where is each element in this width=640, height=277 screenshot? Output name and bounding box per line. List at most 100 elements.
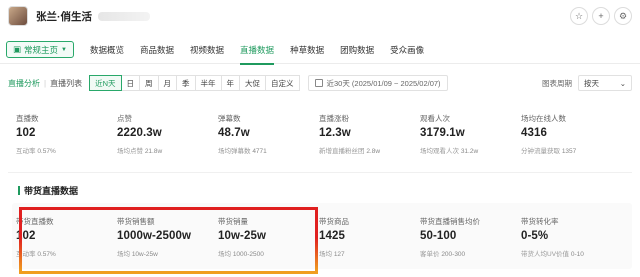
tab-live[interactable]: 直播数据 xyxy=(240,36,275,65)
stat-sub: 场均弹幕数 4771 xyxy=(218,145,319,155)
date-range-picker[interactable]: 近30天 (2025/01/09 ~ 2025/02/07) xyxy=(307,75,448,91)
chart-period-label: 图表周期 xyxy=(542,78,572,88)
stat-sub: 互动率 0.57% xyxy=(16,145,117,155)
range-promo[interactable]: 大促 xyxy=(239,75,266,91)
home-dropdown[interactable]: ▣ 常规主页 ▼ xyxy=(6,41,74,58)
home-label: 常规主页 xyxy=(24,44,59,55)
section-divider xyxy=(8,172,632,173)
stat-danmaku: 弹幕数 48.7w 场均弹幕数 4771 xyxy=(218,113,319,155)
stat-sub-value: 2.8w xyxy=(366,148,381,155)
stat-label: 场均在线人数 xyxy=(521,114,566,123)
chart-period-select[interactable]: 按天 ⌄ xyxy=(578,75,632,91)
page: 张兰·俏生活 ☆ + ⚙ ▣ 常规主页 ▼ 数据概览 商品数据 视频数据 直播数… xyxy=(0,0,640,277)
section-accent-bar xyxy=(18,186,20,195)
stat-sub: 场均观看人次 31.2w xyxy=(420,145,521,155)
account-name: 张兰·俏生活 xyxy=(36,10,92,23)
range-month[interactable]: 月 xyxy=(157,75,177,91)
range-year[interactable]: 年 xyxy=(220,75,240,91)
range-custom[interactable]: 自定义 xyxy=(265,75,300,91)
stat-sub-value: 21.8w xyxy=(144,148,163,155)
stat-sales-conversion: 带货转化率 0-5% 带货人均UV价值 0-10 xyxy=(521,216,622,258)
stat-label: 弹幕数 xyxy=(218,114,241,123)
stat-label: 带货商品 xyxy=(319,217,349,226)
stat-label: 带货转化率 xyxy=(521,217,559,226)
stat-value: 4316 xyxy=(521,127,547,139)
tab-products[interactable]: 商品数据 xyxy=(140,36,174,64)
blurred-info xyxy=(98,11,150,21)
stat-sub-label: 场均弹幕数 xyxy=(218,148,251,155)
stat-sub-label: 客单价 xyxy=(420,251,440,258)
main-nav: ▣ 常规主页 ▼ 数据概览 商品数据 视频数据 直播数据 种草数据 团购数据 受… xyxy=(0,36,640,65)
tab-overview[interactable]: 数据概览 xyxy=(90,36,124,64)
stat-sub-label: 场均 xyxy=(319,251,332,258)
range-quarter[interactable]: 季 xyxy=(176,75,196,91)
range-recent-n-days[interactable]: 近N天 xyxy=(89,75,122,91)
stat-sub: 带货人均UV价值 0-10 xyxy=(521,248,622,258)
section-title: 带货直播数据 xyxy=(18,184,78,197)
subtab-live-analysis[interactable]: 直播分析 xyxy=(8,78,40,89)
home-icon: ▣ xyxy=(13,44,22,54)
stat-sub: 客单价 200-300 xyxy=(420,248,521,258)
tab-group-buy[interactable]: 团购数据 xyxy=(340,36,374,64)
stat-sub-value: 127 xyxy=(333,251,345,258)
stat-label: 直播涨粉 xyxy=(319,114,349,123)
stat-value: 2220.3w xyxy=(117,127,162,139)
stat-sub-label: 互动率 xyxy=(16,148,36,155)
avatar[interactable] xyxy=(8,6,28,26)
stat-sub: 场均 127 xyxy=(319,248,420,258)
date-range-value: 近30天 (2025/01/09 ~ 2025/02/07) xyxy=(326,78,441,88)
stat-sub-label: 场均观看人次 xyxy=(420,148,459,155)
stat-sub-label: 新增直播粉丝团 xyxy=(319,148,365,155)
stat-sub-value: 1357 xyxy=(561,148,577,155)
stat-sales-products: 带货商品 1425 场均 127 xyxy=(319,216,420,258)
star-icon[interactable]: ☆ xyxy=(570,7,588,25)
chart-period-value: 按天 xyxy=(584,78,599,88)
chevron-down-icon: ⌄ xyxy=(619,78,626,88)
section-title-text: 带货直播数据 xyxy=(24,186,79,196)
calendar-icon xyxy=(314,79,323,87)
stat-live-count: 直播数 102 互动率 0.57% xyxy=(16,113,117,155)
stat-sub: 场均点赞 21.8w xyxy=(117,145,218,155)
header-actions: ☆ + ⚙ xyxy=(570,7,632,25)
subtab-divider: | xyxy=(44,78,47,88)
stat-value: 48.7w xyxy=(218,127,250,139)
stat-sub-value: 4771 xyxy=(252,148,267,155)
stat-likes: 点赞 2220.3w 场均点赞 21.8w xyxy=(117,113,218,155)
stat-label: 直播数 xyxy=(16,114,39,123)
stat-value: 102 xyxy=(16,127,36,139)
filter-bar: 直播分析 | 直播列表 近N天 日 周 月 季 半年 年 大促 自定义 近30天… xyxy=(0,72,640,94)
stat-sub-value: 0-10 xyxy=(570,251,584,258)
chevron-down-icon: ▼ xyxy=(61,46,67,53)
stat-sub-value: 31.2w xyxy=(460,148,479,155)
stat-label: 带货直播销售均价 xyxy=(420,217,480,226)
add-icon[interactable]: + xyxy=(592,7,610,25)
tab-seeding[interactable]: 种草数据 xyxy=(290,36,324,64)
stat-views: 观看人次 3179.1w 场均观看人次 31.2w xyxy=(420,113,521,155)
stat-avg-online: 场均在线人数 4316 分钟流量获取 1357 xyxy=(521,113,622,155)
stat-value: 50-100 xyxy=(420,230,457,242)
settings-icon[interactable]: ⚙ xyxy=(614,7,632,25)
range-day[interactable]: 日 xyxy=(120,75,140,91)
overview-stats: 直播数 102 互动率 0.57% 点赞 2220.3w 场均点赞 21.8w … xyxy=(16,113,632,155)
stat-sub-value: 0.57% xyxy=(37,148,56,155)
stat-new-fans: 直播涨粉 12.3w 新增直播粉丝团 2.8w xyxy=(319,113,420,155)
range-week[interactable]: 周 xyxy=(139,75,159,91)
stat-value: 0-5% xyxy=(521,230,549,242)
stat-label: 点赞 xyxy=(117,114,132,123)
stat-sub-label: 场均点赞 xyxy=(117,148,143,155)
highlight-box xyxy=(19,207,318,274)
stat-sub-value: 200-300 xyxy=(441,251,466,258)
stat-sales-avg-price: 带货直播销售均价 50-100 客单价 200-300 xyxy=(420,216,521,258)
tab-videos[interactable]: 视频数据 xyxy=(190,36,224,64)
stat-sub-label: 分钟流量获取 xyxy=(521,148,560,155)
range-half-year[interactable]: 半年 xyxy=(194,75,222,91)
stat-value: 1425 xyxy=(319,230,345,242)
stat-sub-label: 带货人均UV价值 xyxy=(521,251,570,258)
account-header: 张兰·俏生活 ☆ + ⚙ xyxy=(0,0,640,32)
tab-audience[interactable]: 受众画像 xyxy=(390,36,424,64)
subtab-live-list[interactable]: 直播列表 xyxy=(50,78,82,89)
stat-sub: 分钟流量获取 1357 xyxy=(521,145,622,155)
stat-label: 观看人次 xyxy=(420,114,450,123)
stat-value: 12.3w xyxy=(319,127,351,139)
stat-sub: 新增直播粉丝团 2.8w xyxy=(319,145,420,155)
